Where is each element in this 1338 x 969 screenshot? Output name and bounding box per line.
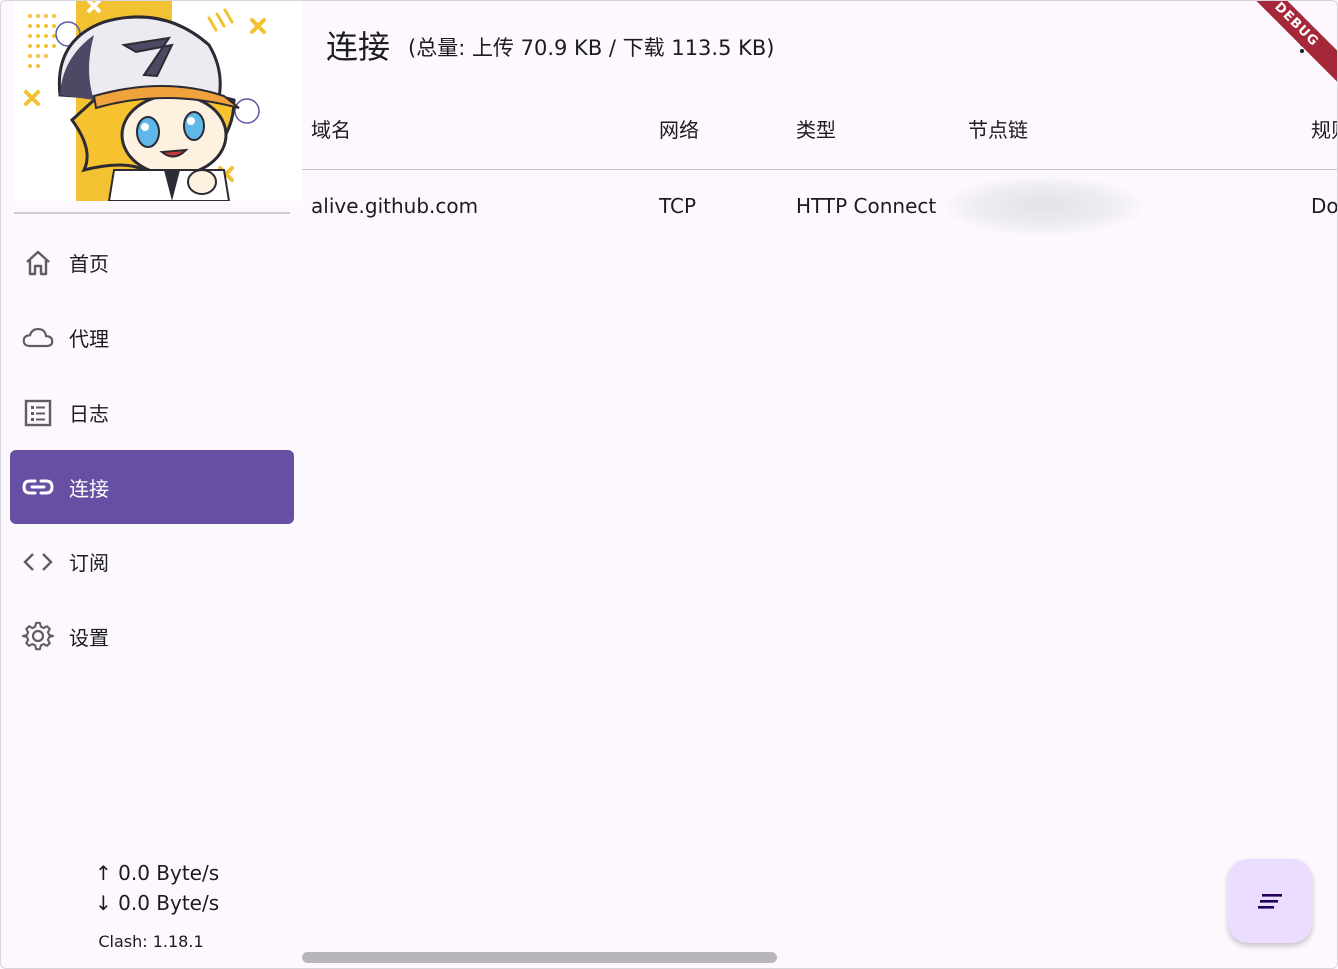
cell-chain-redacted	[944, 176, 1144, 236]
sidebar-item-connections[interactable]: 连接	[10, 450, 294, 524]
download-speed: ↓ 0.0 Byte/s	[95, 891, 220, 915]
column-header-domain[interactable]: 域名	[311, 114, 351, 143]
traffic-speed: ↑ 0.0 Byte/s ↓ 0.0 Byte/s	[95, 858, 219, 918]
upload-speed: ↑ 0.0 Byte/s	[95, 861, 220, 885]
gear-icon	[22, 621, 54, 653]
list-icon	[22, 397, 54, 429]
sidebar-item-home[interactable]: 首页	[10, 225, 294, 300]
cell-rule[interactable]: Do	[1311, 194, 1338, 218]
sidebar-item-proxy[interactable]: 代理	[10, 300, 294, 375]
sidebar-item-label: 设置	[69, 626, 109, 650]
page-title: 连接	[326, 28, 391, 66]
link-icon	[22, 471, 54, 503]
sidebar-item-label: 代理	[69, 327, 109, 351]
cell-type[interactable]: HTTP Connect	[796, 194, 936, 218]
sidebar-item-subscriptions[interactable]: 订阅	[10, 524, 294, 599]
sidebar-divider	[14, 212, 290, 214]
sidebar-item-label: 订阅	[69, 551, 109, 575]
cell-network[interactable]: TCP	[659, 194, 696, 218]
sort-icon	[1258, 894, 1282, 909]
header-divider	[302, 169, 1338, 170]
mascot-illustration	[14, 0, 302, 201]
horizontal-scrollbar[interactable]	[302, 952, 777, 963]
traffic-total: (总量: 上传 70.9 KB / 下载 113.5 KB)	[408, 36, 775, 60]
debug-banner: DEBUG	[1231, 0, 1338, 90]
sidebar-item-label: 首页	[69, 252, 109, 276]
main-panel: 连接 (总量: 上传 70.9 KB / 下载 113.5 KB) DEBUG …	[302, 0, 1338, 969]
cloud-icon	[22, 322, 54, 354]
home-icon	[22, 247, 54, 279]
sidebar-item-label: 连接	[69, 476, 109, 501]
clash-version: Clash: 1.18.1	[98, 932, 204, 951]
cell-domain[interactable]: alive.github.com	[311, 194, 478, 218]
sidebar-nav: 首页 代理 日志 连接 订阅 设置	[10, 225, 294, 674]
column-header-rule[interactable]: 规则	[1311, 114, 1338, 143]
sort-button[interactable]	[1228, 859, 1312, 943]
code-icon	[22, 546, 54, 578]
sidebar-item-settings[interactable]: 设置	[10, 599, 294, 674]
column-header-type[interactable]: 类型	[796, 114, 836, 143]
sidebar-item-label: 日志	[69, 402, 109, 426]
sidebar-item-logs[interactable]: 日志	[10, 375, 294, 450]
column-header-chain[interactable]: 节点链	[968, 114, 1028, 143]
column-header-network[interactable]: 网络	[659, 114, 699, 143]
sidebar: 首页 代理 日志 连接 订阅 设置 ↑ 0.0 Byte/s ↓ 0.0 Byt…	[0, 0, 302, 969]
